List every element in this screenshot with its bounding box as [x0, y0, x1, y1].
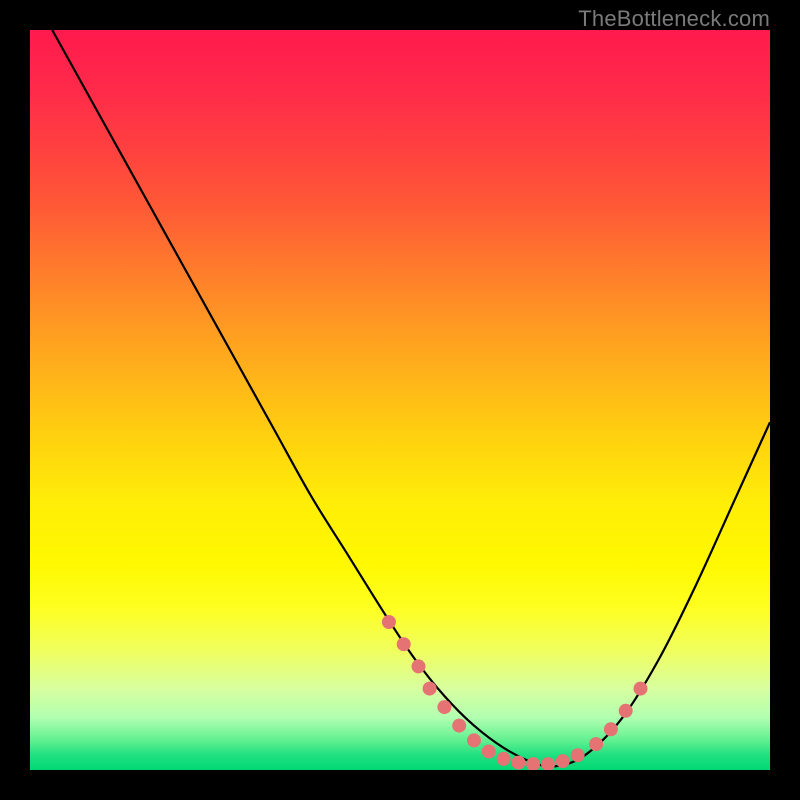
optimal-dot [382, 615, 396, 629]
optimal-dot [556, 754, 570, 768]
dots-layer [30, 30, 770, 770]
optimal-dot [412, 659, 426, 673]
optimal-dot [397, 637, 411, 651]
optimal-dot [437, 700, 451, 714]
optimal-dot [526, 757, 540, 770]
optimal-dot [482, 745, 496, 759]
optimal-dot [619, 704, 633, 718]
optimal-dot [452, 719, 466, 733]
bottleneck-curve [52, 30, 770, 767]
optimal-zone-dots [382, 615, 648, 770]
optimal-dot [541, 757, 555, 770]
curve-layer [30, 30, 770, 770]
optimal-dot [571, 748, 585, 762]
optimal-dot [604, 722, 618, 736]
chart-frame: TheBottleneck.com [0, 0, 800, 800]
optimal-dot [423, 682, 437, 696]
plot-area [30, 30, 770, 770]
optimal-dot [467, 733, 481, 747]
optimal-dot [589, 737, 603, 751]
optimal-dot [497, 752, 511, 766]
optimal-dot [511, 756, 525, 770]
attribution-text: TheBottleneck.com [578, 6, 770, 32]
optimal-dot [634, 682, 648, 696]
